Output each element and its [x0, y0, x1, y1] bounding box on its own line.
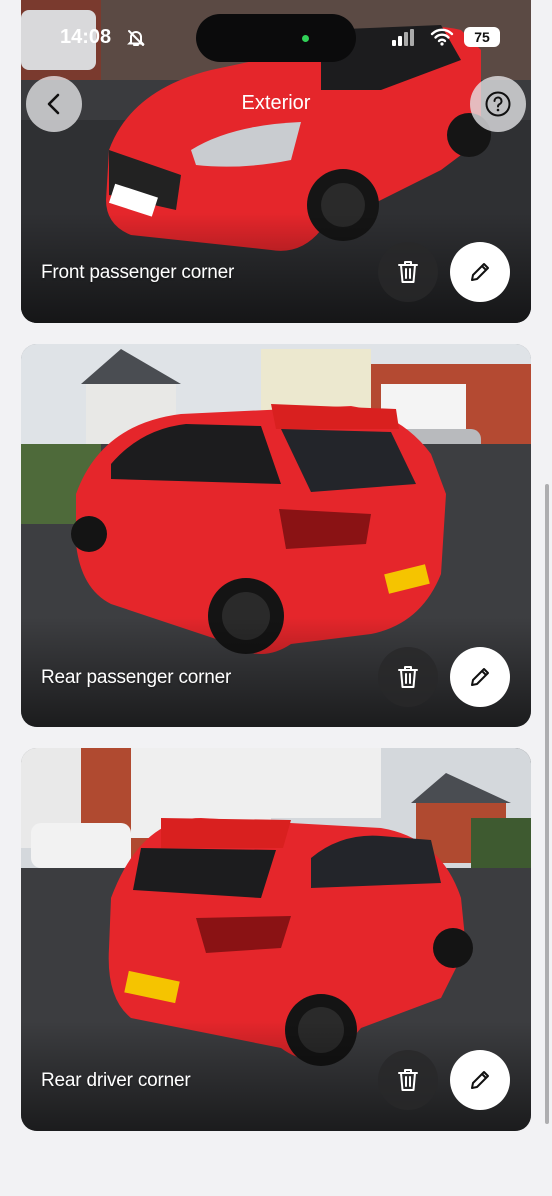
pencil-icon	[471, 668, 489, 686]
trash-icon	[398, 261, 418, 283]
photo-card-rear-driver[interactable]: Rear driver corner	[21, 748, 531, 1131]
delete-photo-button[interactable]	[378, 242, 438, 302]
battery-icon: 75	[464, 27, 500, 47]
scrollbar[interactable]	[545, 484, 549, 1124]
cellular-signal-icon	[392, 29, 414, 46]
edit-photo-button[interactable]	[450, 647, 510, 707]
wifi-icon	[430, 28, 454, 46]
camera-indicator	[302, 35, 309, 42]
photo-label: Front passenger corner	[41, 262, 235, 283]
photo-card-rear-passenger[interactable]: Rear passenger corner	[21, 344, 531, 727]
delete-photo-button[interactable]	[378, 1050, 438, 1110]
trash-icon	[398, 666, 418, 688]
dynamic-island	[196, 14, 356, 62]
photo-label: Rear passenger corner	[41, 667, 232, 688]
edit-photo-button[interactable]	[450, 242, 510, 302]
status-bar: 14:08 75	[0, 0, 552, 70]
status-time: 14:08	[60, 26, 112, 48]
delete-photo-button[interactable]	[378, 647, 438, 707]
question-mark-circle-icon	[485, 91, 511, 117]
help-button[interactable]	[470, 76, 526, 132]
edit-photo-button[interactable]	[450, 1050, 510, 1110]
pencil-icon	[471, 263, 489, 281]
photo-label: Rear driver corner	[41, 1070, 191, 1091]
trash-icon	[398, 1069, 418, 1091]
bell-slash-icon	[127, 30, 145, 46]
pencil-icon	[471, 1071, 489, 1089]
